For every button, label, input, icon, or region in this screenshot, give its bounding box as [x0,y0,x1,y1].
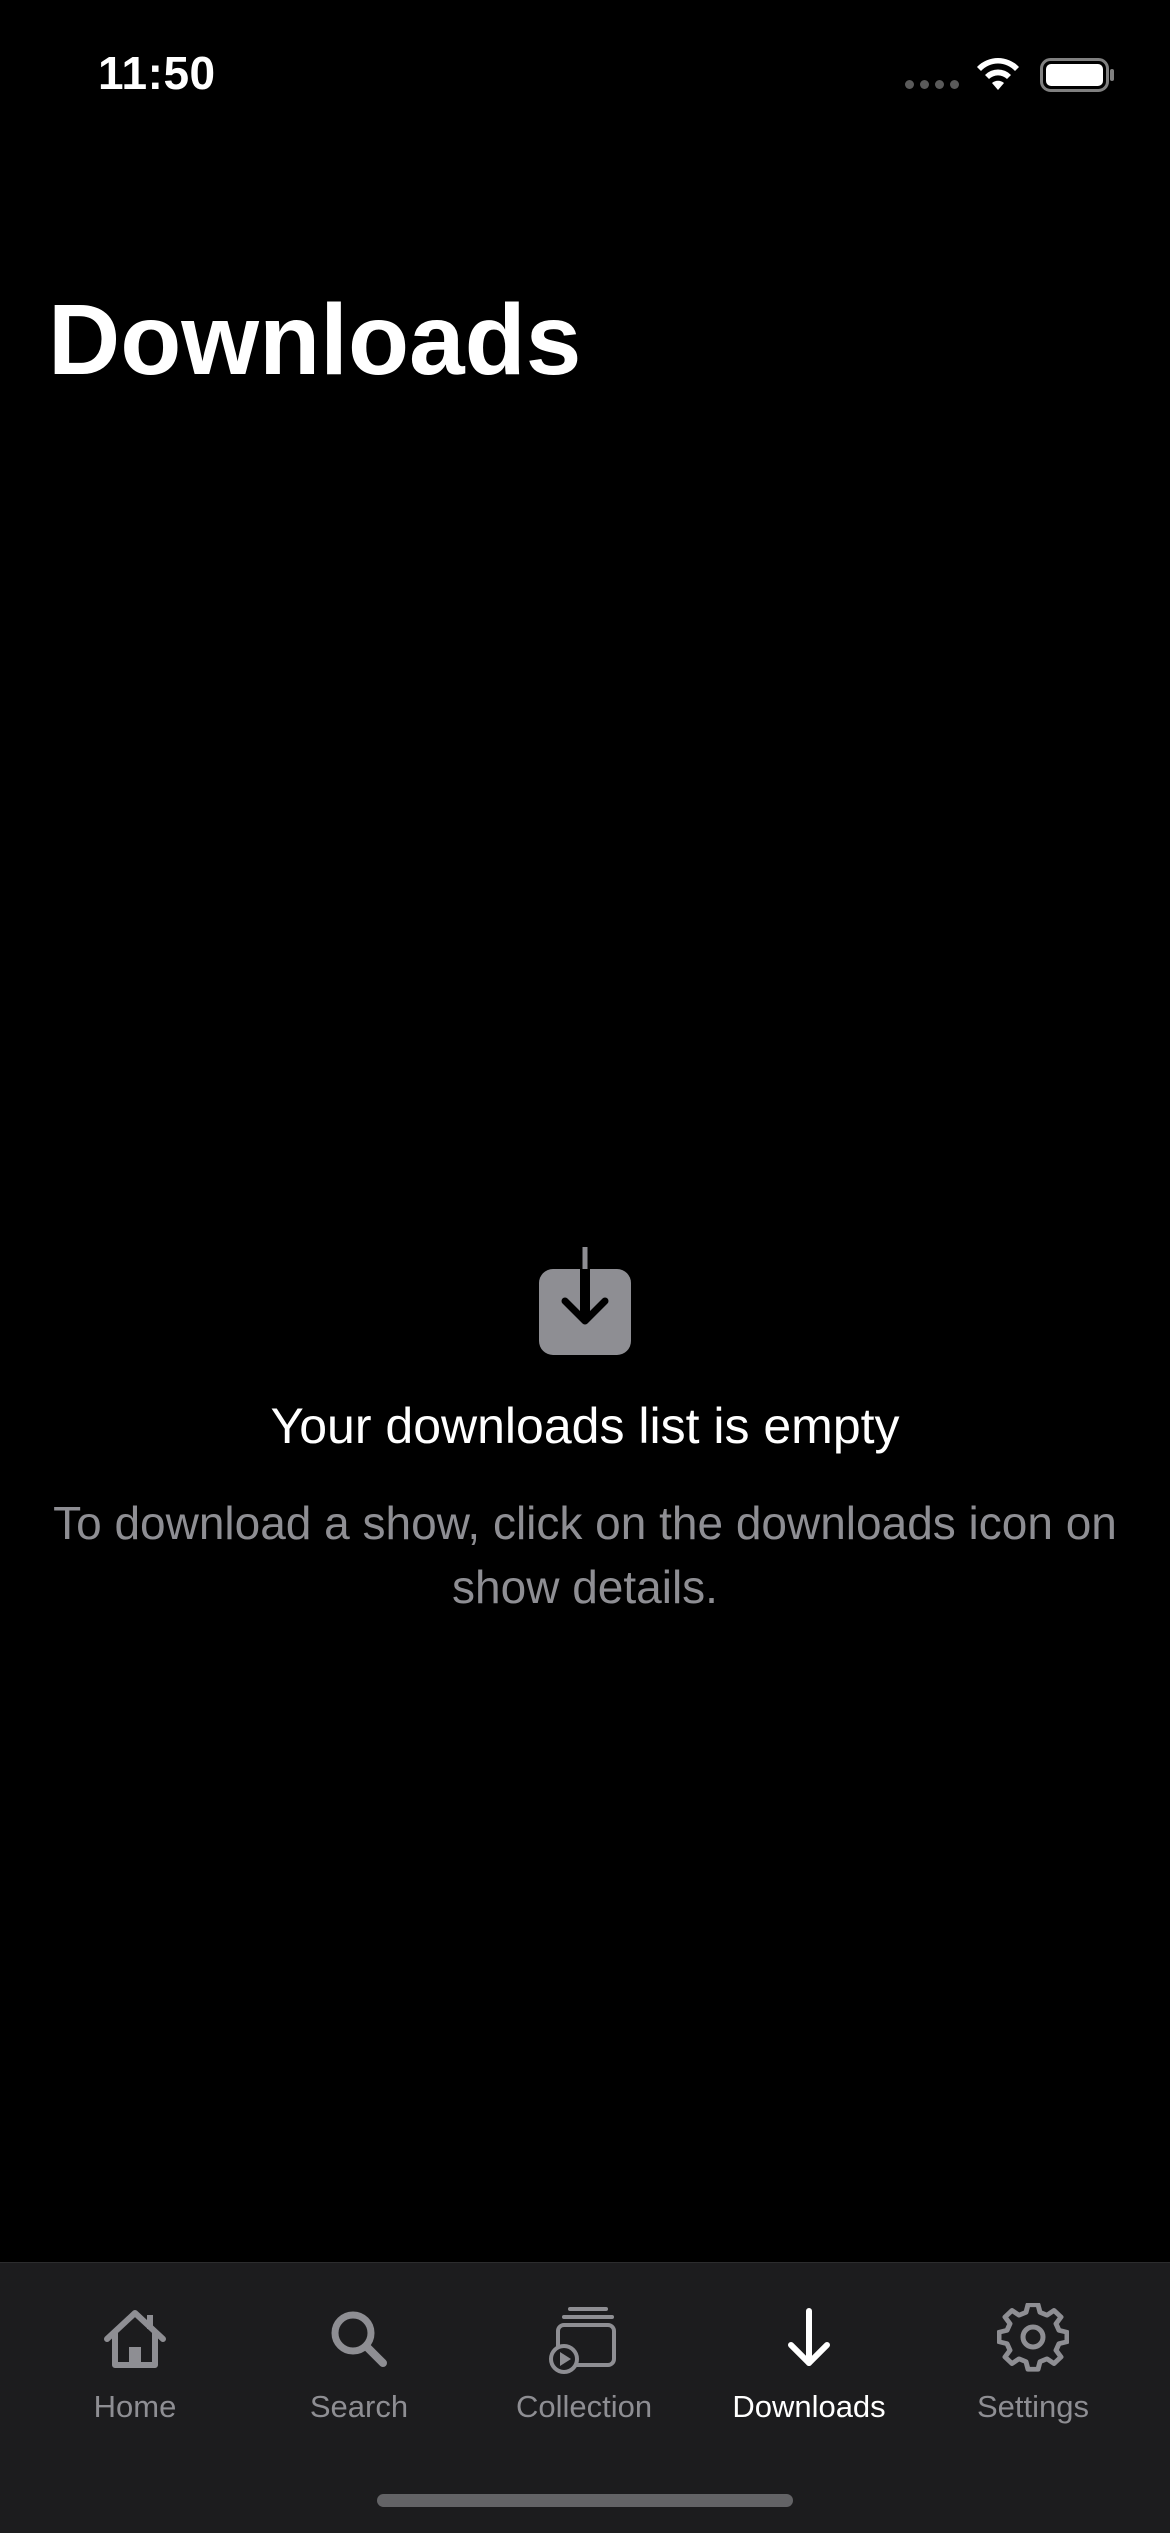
tab-label: Collection [515,2389,653,2424]
status-bar: 11:50 [0,0,1170,140]
empty-state-title: Your downloads list is empty [270,1398,900,1454]
tab-downloads[interactable]: Downloads [692,2303,926,2453]
tab-label: Home [93,2389,177,2424]
page-title: Downloads [48,284,582,396]
empty-state-description: To download a show, click on the downloa… [53,1497,1117,1613]
download-tray-icon [539,1247,631,1355]
arrow-down-icon [788,2308,830,2366]
empty-state: Your downloads list is empty To download… [0,1245,1170,1619]
tab-collection[interactable]: Collection [467,2303,701,2453]
house-icon [104,2310,166,2368]
wifi-icon [977,58,1019,90]
home-indicator[interactable] [377,2494,793,2507]
status-time: 11:50 [98,47,216,99]
tab-settings[interactable]: Settings [916,2303,1150,2453]
tab-home[interactable]: Home [18,2303,252,2453]
magnifier-icon [331,2311,387,2367]
cellular-signal-icon [905,80,961,92]
gear-icon [997,2303,1069,2372]
tab-label: Settings [976,2389,1089,2424]
tab-search[interactable]: Search [242,2303,476,2453]
tab-label: Downloads [732,2389,886,2424]
tab-label: Search [309,2389,409,2424]
battery-icon [1040,58,1114,92]
stack-play-icon [549,2307,616,2374]
tab-bar: Home Search Collection Downloads Setting… [0,2262,1170,2533]
